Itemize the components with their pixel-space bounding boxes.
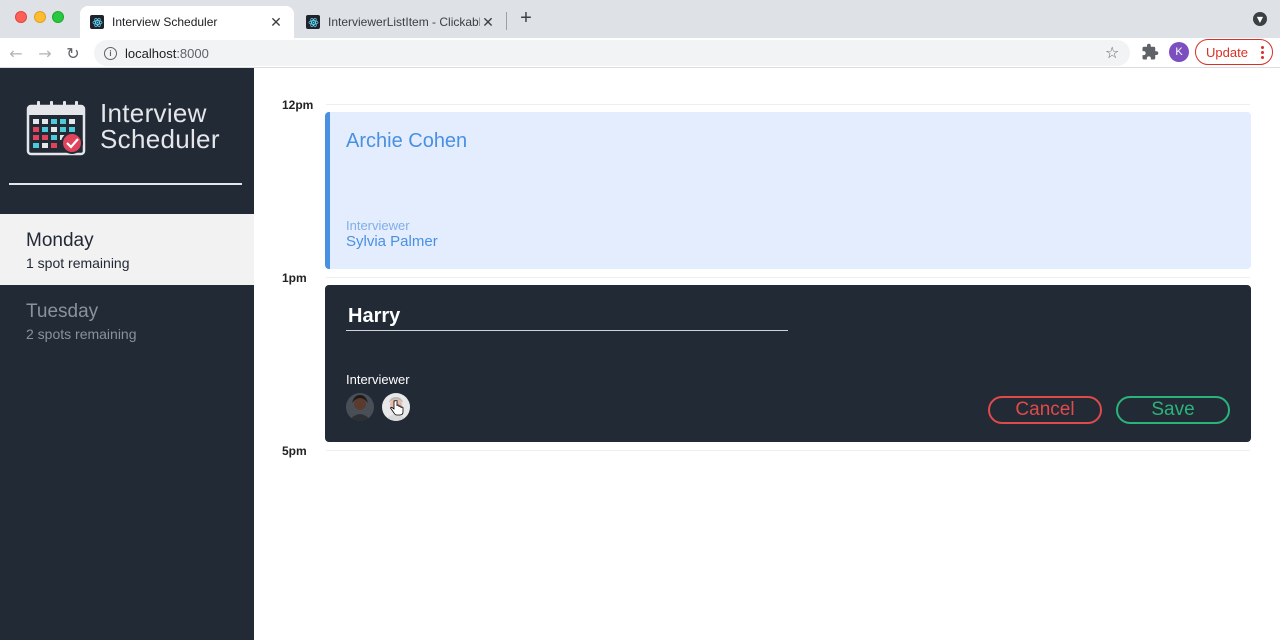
appointment-form: Interviewer Cancel Save — [325, 285, 1251, 442]
react-icon — [90, 15, 104, 29]
day-name: Tuesday — [26, 301, 99, 322]
time-label-5pm: 5pm — [282, 444, 307, 458]
browser-toolbar: ← → ↻ i localhost:8000 ☆ K Update — [0, 38, 1280, 68]
update-button[interactable]: Update — [1195, 39, 1273, 65]
close-tab-icon[interactable]: ✕ — [480, 14, 496, 30]
hand-pointer-icon — [390, 400, 404, 416]
save-button[interactable]: Save — [1116, 396, 1230, 424]
cancel-button[interactable]: Cancel — [988, 396, 1102, 424]
close-tab-icon[interactable]: ✕ — [268, 14, 284, 30]
student-name-input[interactable] — [346, 303, 788, 331]
day-spots: 2 spots remaining — [26, 326, 137, 342]
back-arrow-icon[interactable]: ← — [6, 43, 26, 63]
brand-line-1: Interview — [100, 98, 207, 128]
time-divider — [326, 104, 1250, 105]
time-label-1pm: 1pm — [282, 271, 307, 285]
new-tab-button[interactable]: + — [516, 8, 536, 29]
student-name: Archie Cohen — [346, 130, 468, 152]
time-divider — [326, 277, 1250, 278]
react-icon — [306, 15, 320, 29]
schedule: 12pm Archie Cohen Interviewer Sylvia Pal… — [254, 68, 1280, 640]
interviewer-label: Interviewer — [346, 372, 410, 387]
address-bar[interactable]: i localhost:8000 — [94, 40, 1130, 66]
tab-interview-scheduler[interactable]: Interview Scheduler ✕ — [80, 6, 294, 38]
extensions-puzzle-icon[interactable] — [1141, 43, 1159, 61]
brand-title: Interview Scheduler — [100, 100, 220, 152]
calendar-logo-icon — [26, 101, 86, 156]
update-label: Update — [1206, 44, 1248, 60]
sidebar: Interview Scheduler Monday 1 spot remain… — [0, 68, 254, 640]
interviewer-label: Interviewer — [346, 218, 410, 233]
day-item-tuesday[interactable]: Tuesday 2 spots remaining — [0, 285, 254, 356]
appointment-show[interactable]: Archie Cohen Interviewer Sylvia Palmer — [325, 112, 1251, 269]
browser-tab-bar: Interview Scheduler ✕ InterviewerListIte… — [0, 0, 1280, 38]
tab-interviewer-list-item[interactable]: InterviewerListItem - Clickable ✕ — [296, 6, 506, 38]
minimize-window-button[interactable] — [34, 11, 46, 23]
sidebar-divider — [9, 183, 242, 185]
reload-icon[interactable]: ↻ — [63, 43, 83, 63]
interviewer-avatar[interactable] — [346, 393, 374, 421]
day-spots: 1 spot remaining — [26, 255, 130, 271]
url-text: localhost:8000 — [125, 45, 209, 61]
day-item-monday[interactable]: Monday 1 spot remaining — [0, 214, 254, 285]
bookmark-star-icon[interactable]: ☆ — [1105, 43, 1119, 62]
time-divider — [326, 450, 1250, 451]
info-icon[interactable]: i — [104, 46, 117, 60]
tab-search-icon[interactable]: ▼ — [1253, 12, 1267, 26]
forward-arrow-icon[interactable]: → — [35, 43, 55, 63]
close-window-button[interactable] — [15, 11, 27, 23]
tab-title: InterviewerListItem - Clickable — [328, 15, 480, 29]
brand-line-2: Scheduler — [100, 124, 220, 154]
tab-title: Interview Scheduler — [112, 15, 218, 29]
maximize-window-button[interactable] — [52, 11, 64, 23]
interviewer-name: Sylvia Palmer — [346, 233, 438, 250]
day-name: Monday — [26, 230, 94, 251]
time-label-12pm: 12pm — [282, 98, 314, 112]
more-menu-icon — [1260, 45, 1264, 60]
tab-divider — [506, 12, 507, 30]
profile-avatar[interactable]: K — [1169, 42, 1189, 62]
